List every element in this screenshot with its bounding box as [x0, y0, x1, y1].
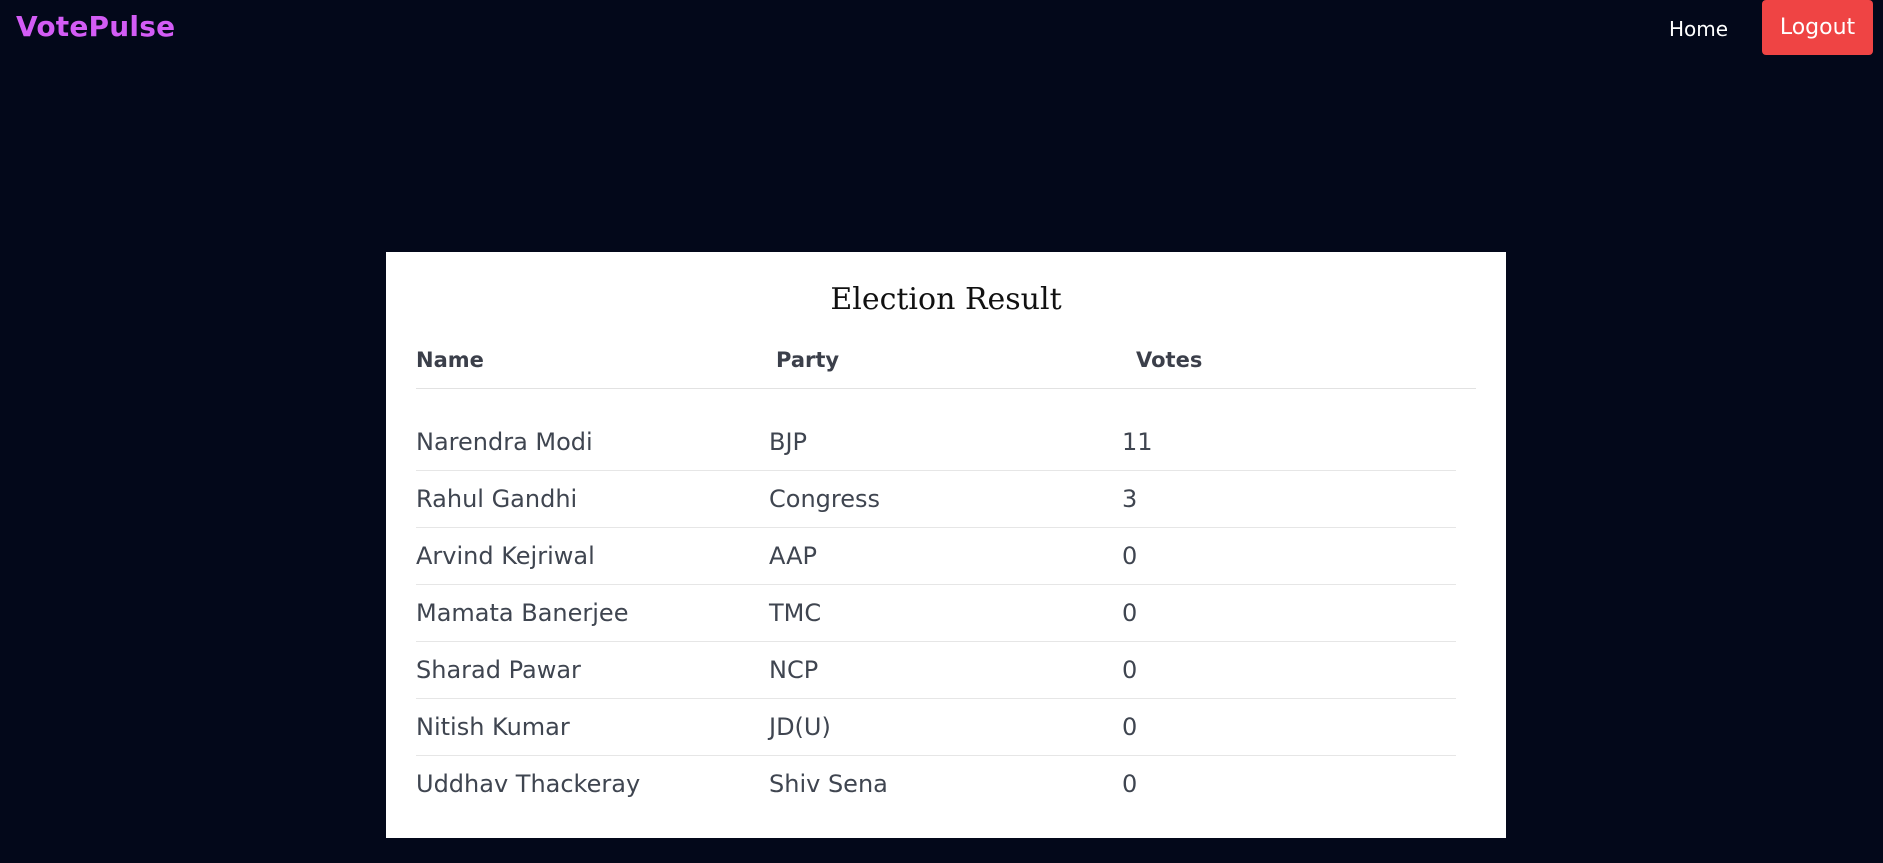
- table-row: Arvind Kejriwal AAP 0: [416, 528, 1456, 585]
- candidate-votes: 0: [1122, 599, 1138, 627]
- candidate-name: Sharad Pawar: [416, 656, 581, 684]
- candidate-votes: 11: [1122, 428, 1153, 456]
- candidate-party: Shiv Sena: [769, 770, 888, 798]
- table-header: Name Party Votes: [416, 344, 1476, 389]
- candidate-party: BJP: [769, 428, 808, 456]
- candidate-name: Rahul Gandhi: [416, 485, 578, 513]
- candidate-party: Congress: [769, 485, 880, 513]
- candidate-votes: 0: [1122, 770, 1138, 798]
- table-row: Mamata Banerjee TMC 0: [416, 585, 1456, 642]
- candidate-votes: 0: [1122, 656, 1138, 684]
- brand-logo[interactable]: VotePulse: [16, 10, 175, 43]
- candidate-name: Nitish Kumar: [416, 713, 570, 741]
- table-row: Rahul Gandhi Congress 3: [416, 471, 1456, 528]
- candidate-name: Uddhav Thackeray: [416, 770, 641, 798]
- column-header-party: Party: [776, 348, 840, 372]
- candidate-party: AAP: [769, 542, 817, 570]
- candidate-votes: 3: [1122, 485, 1138, 513]
- home-link[interactable]: Home: [1669, 17, 1728, 41]
- column-header-votes: Votes: [1136, 348, 1203, 372]
- candidate-party: TMC: [769, 599, 822, 627]
- table-row: Narendra Modi BJP 11: [416, 414, 1456, 471]
- election-result-card: Election Result Name Party Votes Narendr…: [386, 252, 1506, 838]
- table-row: Uddhav Thackeray Shiv Sena 0: [416, 756, 1456, 808]
- logout-button[interactable]: Logout: [1762, 0, 1873, 55]
- candidate-name: Arvind Kejriwal: [416, 542, 595, 570]
- top-navbar: VotePulse Home Logout: [0, 0, 1883, 58]
- page-title: Election Result: [830, 282, 1062, 317]
- candidate-votes: 0: [1122, 542, 1138, 570]
- results-table-body: Narendra Modi BJP 11 Rahul Gandhi Congre…: [416, 408, 1456, 808]
- column-header-name: Name: [416, 348, 484, 372]
- candidate-name: Narendra Modi: [416, 428, 593, 456]
- results-table-scroll-area[interactable]: Narendra Modi BJP 11 Rahul Gandhi Congre…: [416, 408, 1476, 808]
- candidate-votes: 0: [1122, 713, 1138, 741]
- candidate-party: NCP: [769, 656, 819, 684]
- table-row: Sharad Pawar NCP 0: [416, 642, 1456, 699]
- table-row: Nitish Kumar JD(U) 0: [416, 699, 1456, 756]
- candidate-name: Mamata Banerjee: [416, 599, 629, 627]
- candidate-party: JD(U): [769, 713, 831, 741]
